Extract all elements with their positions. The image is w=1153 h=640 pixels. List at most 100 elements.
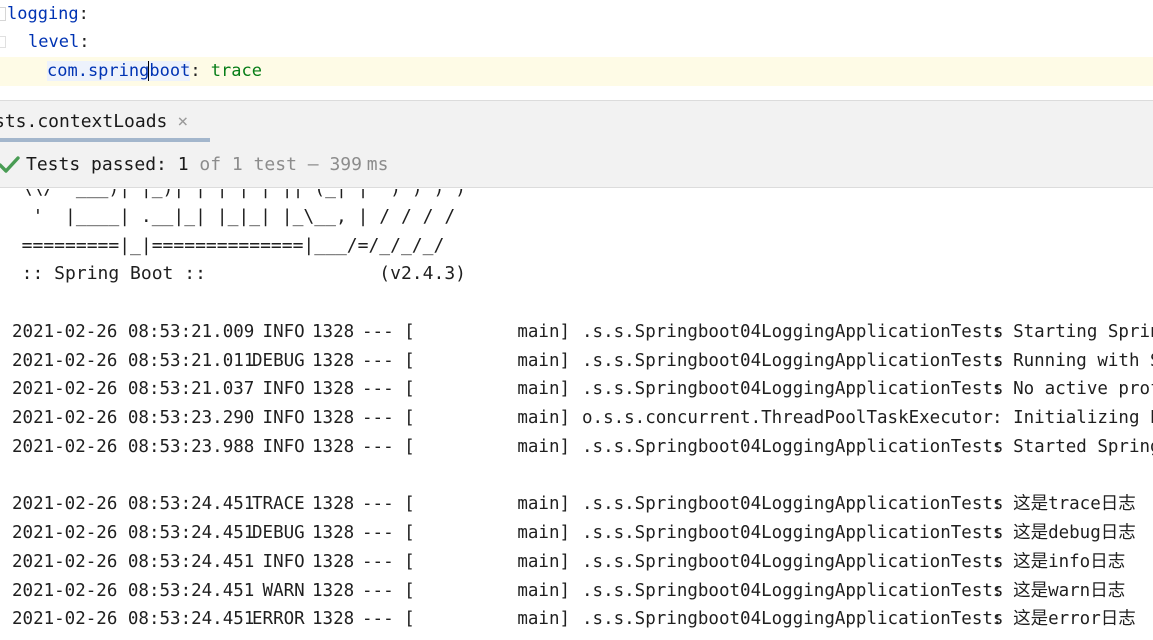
- log-timestamp: 2021-02-26 08:53:24.451: [12, 552, 255, 572]
- log-line: 2021-02-26 08:53:24.451 DEBUG 1328 --- [ ma…: [0, 519, 1153, 547]
- banner-line: =========|_|==============|___/=/_/_/_/: [0, 235, 445, 256]
- log-logger: .s.s.Springboot04LoggingApplicationTests: [582, 494, 1004, 514]
- log-logger: .s.s.Springboot04LoggingApplicationTests: [582, 379, 1004, 399]
- tab-label: sts.contextLoads: [0, 111, 168, 132]
- log-logger: .s.s.Springboot04LoggingApplicationTests: [582, 523, 1004, 543]
- log-message: : 这是warn日志: [992, 581, 1126, 601]
- banner-line: :: Spring Boot :: (v2.4.3): [0, 263, 466, 284]
- log-thread: main]: [412, 609, 571, 629]
- log-pid: 1328: [312, 581, 355, 601]
- log-logger: o.s.s.concurrent.ThreadPoolTaskExecutor: [582, 408, 1004, 428]
- log-separator: --- [: [362, 581, 415, 601]
- log-pid: 1328: [312, 322, 355, 342]
- log-line: 2021-02-26 08:53:21.037 INFO 1328 --- [ ma…: [0, 375, 1153, 403]
- log-separator: --- [: [362, 351, 415, 371]
- yaml-colon: :: [79, 32, 90, 52]
- log-pid: 1328: [312, 552, 355, 572]
- log-line: 2021-02-26 08:53:24.451 INFO 1328 --- [ ma…: [0, 548, 1153, 576]
- log-thread: main]: [412, 379, 571, 399]
- log-thread: main]: [412, 581, 571, 601]
- log-line: 2021-02-26 08:53:23.290 INFO 1328 --- [ ma…: [0, 404, 1153, 432]
- log-timestamp: 2021-02-26 08:53:23.988: [12, 437, 255, 457]
- log-timestamp: 2021-02-26 08:53:24.451: [12, 523, 255, 543]
- log-logger: .s.s.Springboot04LoggingApplicationTests: [582, 581, 1004, 601]
- log-level: TRACE: [252, 494, 305, 514]
- log-thread: main]: [412, 437, 571, 457]
- log-line: 2021-02-26 08:53:23.988 INFO 1328 --- [ ma…: [0, 433, 1153, 461]
- log-message: : No active prof: [992, 379, 1153, 399]
- tests-passed-label: Tests passed:: [26, 154, 178, 175]
- run-tab-bar: sts.contextLoads ×: [0, 100, 1153, 142]
- log-level: INFO: [252, 552, 305, 572]
- log-pid: 1328: [312, 494, 355, 514]
- yaml-key: com.spring: [47, 61, 150, 81]
- log-logger: .s.s.Springboot04LoggingApplicationTests: [582, 322, 1004, 342]
- yaml-colon: :: [78, 4, 89, 24]
- code-line-com-springboot[interactable]: com.springboot: trace: [0, 57, 1153, 86]
- log-timestamp: 2021-02-26 08:53:21.011: [12, 351, 255, 371]
- banner-line: \\/ ___)| |_)| | | | | || (_| | ) ) ) ): [0, 189, 466, 203]
- log-line: 2021-02-26 08:53:24.451 WARN 1328 --- [ ma…: [0, 577, 1153, 605]
- log-timestamp: 2021-02-26 08:53:21.037: [12, 379, 255, 399]
- log-level: WARN: [252, 581, 305, 601]
- log-logger: .s.s.Springboot04LoggingApplicationTests: [582, 437, 1004, 457]
- log-line: 2021-02-26 08:53:21.011 DEBUG 1328 --- [ ma…: [0, 347, 1153, 375]
- log-thread: main]: [412, 523, 571, 543]
- log-pid: 1328: [312, 379, 355, 399]
- yaml-key: logging: [7, 4, 79, 24]
- yaml-value: trace: [210, 61, 262, 81]
- log-pid: 1328: [312, 437, 355, 457]
- log-pid: 1328: [312, 523, 355, 543]
- check-icon: [0, 155, 20, 173]
- log-thread: main]: [412, 552, 571, 572]
- log-level: INFO: [252, 437, 305, 457]
- log-separator: --- [: [362, 379, 415, 399]
- tests-passed-count: 1: [177, 154, 189, 175]
- log-timestamp: 2021-02-26 08:53:24.451: [12, 609, 255, 629]
- log-message: : 这是debug日志: [992, 523, 1136, 543]
- close-icon[interactable]: ×: [177, 111, 188, 132]
- code-line-level[interactable]: level:: [0, 28, 1153, 57]
- log-level: INFO: [252, 408, 305, 428]
- log-timestamp: 2021-02-26 08:53:24.451: [12, 581, 255, 601]
- tab-context-loads[interactable]: sts.contextLoads ×: [0, 101, 198, 142]
- log-message: : Started Spring: [992, 437, 1153, 457]
- log-logger: .s.s.Springboot04LoggingApplicationTests: [582, 552, 1004, 572]
- log-message: : Running with S: [992, 351, 1153, 371]
- log-message: : 这是info日志: [992, 552, 1126, 572]
- code-line-logging[interactable]: logging:: [0, 0, 1153, 29]
- tests-summary: of 1 test – 399: [188, 154, 362, 175]
- test-status-bar: Tests passed: 1 of 1 test – 399 ms: [0, 142, 1153, 188]
- console-output[interactable]: \\/ ___)| |_)| | | | | || (_| | ) ) ) ) …: [0, 189, 1153, 640]
- log-logger: .s.s.Springboot04LoggingApplicationTests: [582, 609, 1004, 629]
- duration-unit: ms: [355, 154, 389, 175]
- log-separator: --- [: [362, 523, 415, 543]
- yaml-key: level: [28, 32, 80, 52]
- log-logger: .s.s.Springboot04LoggingApplicationTests: [582, 351, 1004, 371]
- log-separator: --- [: [362, 552, 415, 572]
- log-separator: --- [: [362, 494, 415, 514]
- log-level: ERROR: [252, 609, 305, 629]
- yaml-colon: :: [190, 61, 211, 81]
- log-message: : Initializing E: [992, 408, 1153, 428]
- log-thread: main]: [412, 408, 571, 428]
- log-timestamp: 2021-02-26 08:53:21.009: [12, 322, 255, 342]
- log-separator: --- [: [362, 322, 415, 342]
- log-message: : Starting Sprin: [992, 322, 1153, 342]
- log-thread: main]: [412, 351, 571, 371]
- log-message: : 这是error日志: [992, 609, 1136, 629]
- log-line: 2021-02-26 08:53:21.009 INFO 1328 --- [ ma…: [0, 318, 1153, 346]
- log-pid: 1328: [312, 408, 355, 428]
- log-level: INFO: [252, 322, 305, 342]
- log-timestamp: 2021-02-26 08:53:24.451: [12, 494, 255, 514]
- log-level: INFO: [252, 379, 305, 399]
- log-line: 2021-02-26 08:53:24.451 TRACE 1328 --- [ ma…: [0, 490, 1153, 518]
- log-message: : 这是trace日志: [992, 494, 1136, 514]
- log-level: DEBUG: [252, 523, 305, 543]
- log-pid: 1328: [312, 609, 355, 629]
- yaml-editor[interactable]: logging: level: com.springboot: trace: [0, 0, 1153, 100]
- log-separator: --- [: [362, 609, 415, 629]
- log-thread: main]: [412, 322, 571, 342]
- log-pid: 1328: [312, 351, 355, 371]
- log-separator: --- [: [362, 408, 415, 428]
